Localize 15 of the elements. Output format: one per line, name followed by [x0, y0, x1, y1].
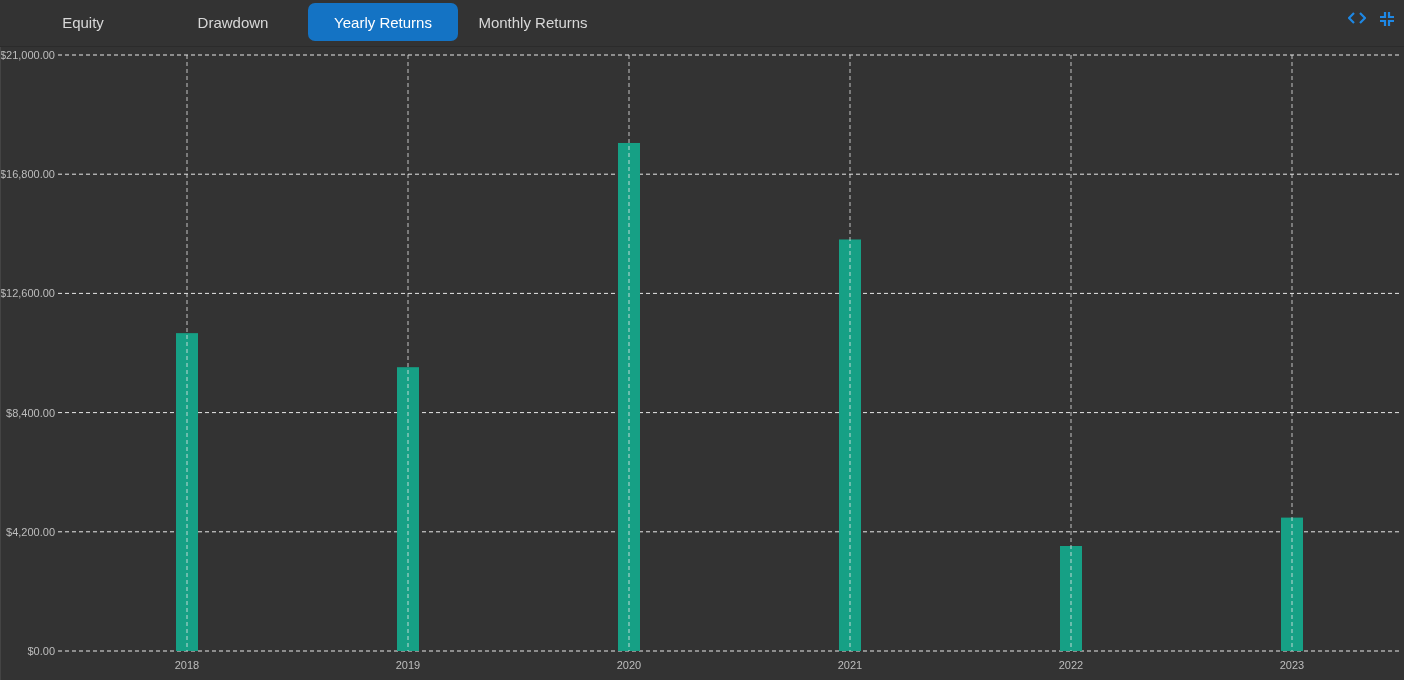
x-axis-label: 2018	[174, 659, 200, 671]
x-axis-label: 2022	[1058, 659, 1084, 671]
y-axis-label: $0.00	[27, 645, 55, 657]
x-axis-label: 2021	[837, 659, 863, 671]
x-axis-label: 2020	[616, 659, 642, 671]
tab[interactable]: Drawdown	[158, 3, 308, 41]
code-icon[interactable]	[1348, 12, 1366, 24]
tab[interactable]: Yearly Returns	[308, 3, 458, 41]
tab[interactable]: Monthly Returns	[458, 3, 608, 41]
collapse-icon[interactable]	[1380, 12, 1394, 26]
tab[interactable]: Equity	[8, 3, 158, 41]
y-axis-label: $4,200.00	[6, 525, 55, 538]
y-axis-label: $8,400.00	[6, 406, 55, 419]
x-axis-label: 2023	[1279, 659, 1305, 671]
x-axis-label: 2019	[395, 659, 421, 671]
